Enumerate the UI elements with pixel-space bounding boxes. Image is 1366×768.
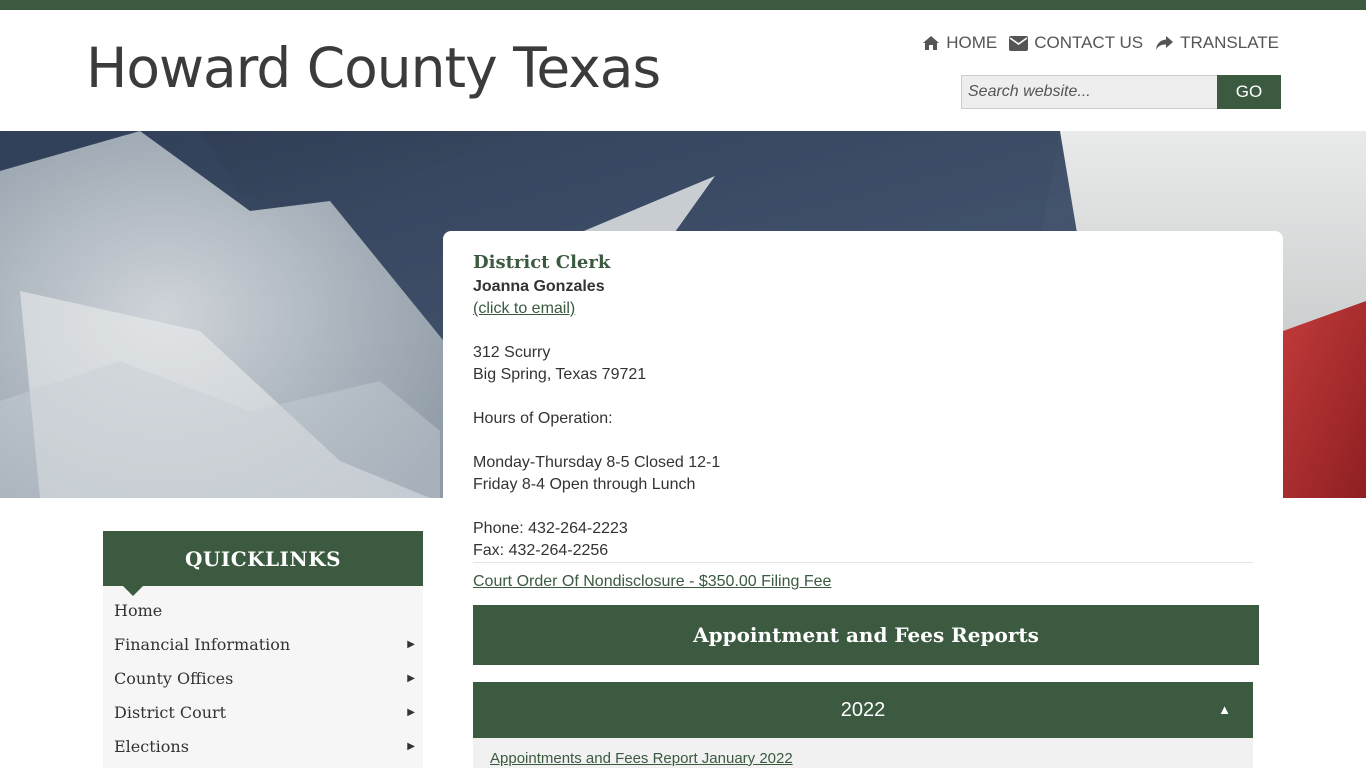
contact-us-link[interactable]: CONTACT US: [1009, 33, 1143, 53]
top-accent-bar: [0, 0, 1366, 10]
share-arrow-icon: [1156, 36, 1174, 50]
contact-us-link-label: CONTACT US: [1034, 33, 1144, 52]
section-heading: Appointment and Fees Reports: [473, 605, 1259, 665]
quicklinks-list: Home Financial Information ▶ County Offi…: [103, 594, 423, 764]
quicklink-county-offices[interactable]: County Offices ▶: [103, 662, 423, 696]
hours-line-2: Friday 8-4 Open through Lunch: [473, 476, 696, 493]
divider: [473, 562, 1253, 563]
search-go-button[interactable]: GO: [1217, 75, 1281, 109]
hours-line-1: Monday-Thursday 8-5 Closed 12-1: [473, 454, 721, 471]
search-input[interactable]: [961, 75, 1217, 109]
accordion-2022-header[interactable]: 2022 ▲: [473, 682, 1253, 738]
quicklinks-panel: QUICKLINKS Home Financial Information ▶ …: [103, 531, 423, 768]
site-title[interactable]: Howard County Texas: [86, 36, 661, 100]
chevron-right-icon: ▶: [407, 741, 415, 752]
quicklink-label: County Offices: [114, 669, 234, 688]
quicklink-district-court[interactable]: District Court ▶: [103, 696, 423, 730]
accordion-year: 2022: [840, 698, 886, 721]
quicklink-financial-information[interactable]: Financial Information ▶: [103, 628, 423, 662]
utility-nav: HOME CONTACT US TRANSLATE: [922, 33, 1279, 53]
home-icon: [923, 36, 940, 50]
quicklink-label: Home: [114, 601, 163, 620]
quicklink-label: Elections: [114, 737, 189, 756]
quicklink-home[interactable]: Home: [103, 594, 423, 628]
hours-label: Hours of Operation:: [473, 410, 613, 427]
quicklink-label: Financial Information: [114, 635, 291, 654]
fax-number: Fax: 432-264-2256: [473, 542, 609, 559]
address-line-1: 312 Scurry: [473, 344, 551, 361]
envelope-icon: [1009, 35, 1029, 51]
page-title: District Clerk: [473, 252, 611, 273]
address-line-2: Big Spring, Texas 79721: [473, 366, 647, 383]
quicklink-elections[interactable]: Elections ▶: [103, 730, 423, 764]
chevron-right-icon: ▶: [407, 673, 415, 684]
caret-up-icon: ▲: [1218, 702, 1231, 717]
phone-number: Phone: 432-264-2223: [473, 520, 628, 537]
clerk-name: Joanna Gonzales: [473, 278, 605, 295]
home-link-label: HOME: [946, 33, 998, 52]
quicklinks-heading: QUICKLINKS: [103, 531, 423, 586]
translate-link[interactable]: TRANSLATE: [1155, 33, 1279, 53]
quicklink-label: District Court: [114, 703, 227, 722]
home-link[interactable]: HOME: [922, 33, 997, 53]
translate-link-label: TRANSLATE: [1180, 33, 1279, 52]
accordion-first-link-wrap: Appointments and Fees Report January 202…: [490, 750, 793, 767]
chevron-right-icon: ▶: [407, 639, 415, 650]
nondisclosure-link-wrap: Court Order Of Nondisclosure - $350.00 F…: [473, 571, 831, 593]
site-search: GO: [961, 75, 1281, 109]
email-link[interactable]: (click to email): [473, 300, 575, 317]
nondisclosure-fee-link[interactable]: Court Order Of Nondisclosure - $350.00 F…: [473, 573, 831, 590]
report-link[interactable]: Appointments and Fees Report January 202…: [490, 750, 793, 767]
chevron-right-icon: ▶: [407, 707, 415, 718]
email-link-wrap: (click to email): [473, 298, 575, 320]
